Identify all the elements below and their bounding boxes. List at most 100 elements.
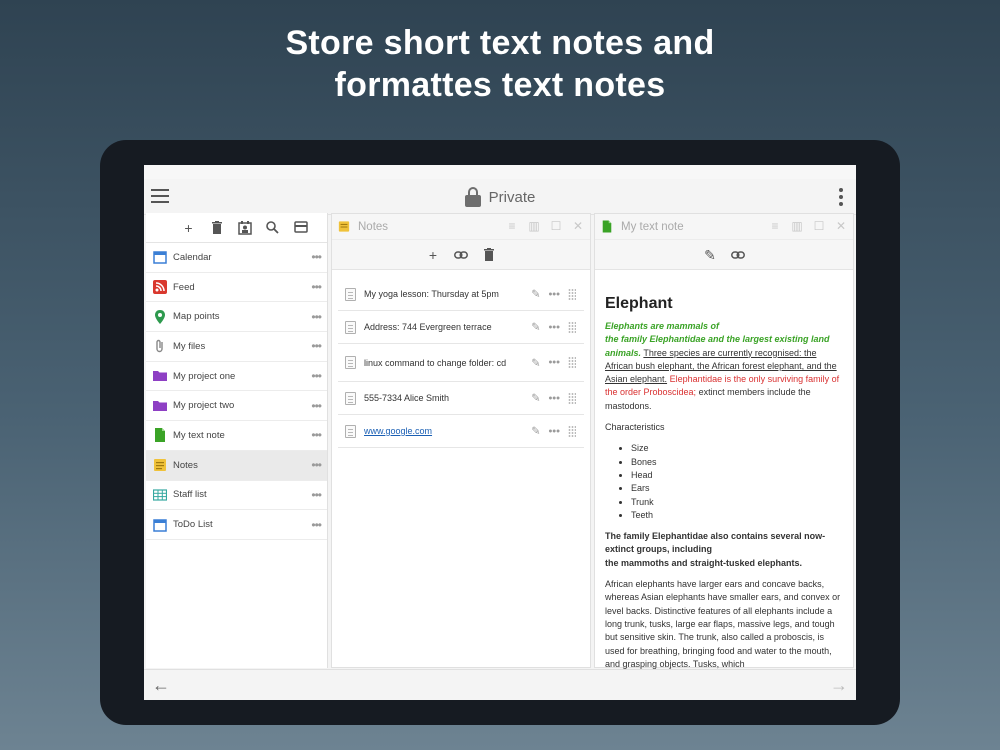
map-pin-icon <box>153 309 167 324</box>
sidebar-item-staff-list[interactable]: Staff list ••• <box>146 481 327 511</box>
text-note-icon <box>153 428 167 443</box>
sidebar-item-my-text-note[interactable]: My text note ••• <box>146 421 327 451</box>
headline-line-1: Store short text notes and <box>285 24 715 62</box>
sidebar-item-calendar[interactable]: Calendar ••• <box>146 243 327 273</box>
edit-icon[interactable]: ✎ <box>531 321 540 334</box>
maximize-icon[interactable]: ☐ <box>813 220 825 232</box>
contact-card-icon[interactable] <box>237 220 252 235</box>
drag-handle-icon[interactable] <box>568 288 576 300</box>
more-options-icon[interactable] <box>838 188 844 206</box>
sidebar-item-label: Feed <box>173 281 195 293</box>
back-arrow-icon[interactable]: ← <box>152 675 170 696</box>
note-text: Address: 744 Evergreen terrace <box>364 322 492 332</box>
more-icon[interactable]: ••• <box>548 425 560 437</box>
close-icon[interactable]: ✕ <box>572 220 584 232</box>
note-text: linux command to change folder: cd <box>364 357 507 368</box>
intro-paragraph: Elephants are mammals of the family Elep… <box>605 320 843 413</box>
rss-icon <box>153 280 167 295</box>
close-icon[interactable]: ✕ <box>835 220 847 232</box>
align-icon[interactable]: ≡ <box>506 220 518 232</box>
drag-handle-icon[interactable] <box>568 356 576 369</box>
note-link[interactable]: www.google.com <box>364 425 514 437</box>
note-text: My yoga lesson: Thursday at 5pm <box>364 289 499 299</box>
add-icon[interactable]: + <box>182 221 196 235</box>
edit-icon[interactable]: ✎ <box>531 392 540 405</box>
bold-text: The family Elephantidae also contains se… <box>605 531 826 555</box>
folder-icon <box>153 369 167 383</box>
trash-icon[interactable] <box>482 247 496 262</box>
add-icon[interactable]: + <box>426 248 440 262</box>
sidebar-item-label: My text note <box>173 429 225 441</box>
item-more-icon[interactable]: ••• <box>311 428 322 442</box>
list-item: Head <box>631 469 843 482</box>
app-screen: Private + Calendar ••• Feed ••• Map poin… <box>144 165 856 700</box>
notes-icon <box>338 220 352 234</box>
item-more-icon[interactable]: ••• <box>311 250 322 264</box>
forward-arrow-icon[interactable]: → <box>830 675 848 696</box>
more-icon[interactable]: ••• <box>548 288 560 300</box>
link-icon[interactable] <box>454 248 468 262</box>
item-more-icon[interactable]: ••• <box>311 369 322 383</box>
more-icon[interactable]: ••• <box>548 321 560 333</box>
item-more-icon[interactable]: ••• <box>311 488 322 502</box>
headline: Store short text notes and formattes tex… <box>0 22 1000 106</box>
sidebar-item-todo-list[interactable]: ToDo List ••• <box>146 510 327 540</box>
item-more-icon[interactable]: ••• <box>311 280 322 294</box>
drag-handle-icon[interactable] <box>568 392 576 404</box>
maximize-icon[interactable]: ☐ <box>550 220 562 232</box>
edit-icon[interactable]: ✎ <box>703 248 717 262</box>
drag-handle-icon[interactable] <box>568 321 576 333</box>
note-row[interactable]: My yoga lesson: Thursday at 5pm ✎ ••• <box>338 278 584 311</box>
menu-icon[interactable] <box>151 189 169 203</box>
text-note-toolbar: ✎ <box>595 240 853 270</box>
more-icon[interactable]: ••• <box>548 392 560 404</box>
columns-icon[interactable]: ▥ <box>528 220 540 232</box>
app-title: Private <box>488 188 536 206</box>
headline-line-2: formattes text notes <box>334 66 666 104</box>
bold-text: the mammoths and straight-tusked elephan… <box>605 557 803 568</box>
bottom-bar: ← → <box>144 669 856 700</box>
item-more-icon[interactable]: ••• <box>311 518 322 532</box>
sidebar-item-my-files[interactable]: My files ••• <box>146 332 327 362</box>
card-icon[interactable] <box>293 220 308 235</box>
columns-icon[interactable]: ▥ <box>791 220 803 232</box>
text-note-icon <box>601 220 615 234</box>
document-icon <box>345 424 356 438</box>
item-more-icon[interactable]: ••• <box>311 339 322 353</box>
characteristics-label: Characteristics <box>605 422 665 433</box>
drag-handle-icon[interactable] <box>568 425 576 437</box>
link-icon[interactable] <box>731 248 745 262</box>
notes-icon <box>153 458 167 472</box>
note-heading: Elephant <box>605 295 673 312</box>
item-more-icon[interactable]: ••• <box>311 399 322 413</box>
sidebar-item-my-project-two[interactable]: My project two ••• <box>146 391 327 422</box>
search-icon[interactable] <box>266 220 280 235</box>
edit-icon[interactable]: ✎ <box>531 288 540 301</box>
note-row[interactable]: www.google.com ✎ ••• <box>338 415 584 448</box>
edit-icon[interactable]: ✎ <box>531 425 540 438</box>
note-row[interactable]: 555-7334 Alice Smith ✎ ••• <box>338 382 584 415</box>
edit-icon[interactable]: ✎ <box>531 356 540 369</box>
document-icon <box>345 320 356 334</box>
sidebar-item-label: My project one <box>173 370 236 382</box>
sidebar-item-my-project-one[interactable]: My project one ••• <box>146 362 327 392</box>
item-more-icon[interactable]: ••• <box>311 310 322 324</box>
sidebar-item-label: ToDo List <box>173 519 213 531</box>
note-row[interactable]: Address: 744 Evergreen terrace ✎ ••• <box>338 311 584 344</box>
note-content: Elephant Elephants are mammals of the fa… <box>595 270 853 671</box>
sidebar-item-map-points[interactable]: Map points ••• <box>146 302 327 333</box>
align-icon[interactable]: ≡ <box>769 220 781 232</box>
note-row[interactable]: linux command to change folder: cd ✎ ••• <box>338 344 584 382</box>
more-icon[interactable]: ••• <box>548 357 560 369</box>
trash-icon[interactable] <box>210 220 224 235</box>
item-more-icon[interactable]: ••• <box>311 458 322 472</box>
list-item: Bones <box>631 456 843 469</box>
notes-panel-header: Notes ≡ ▥ ☐ ✕ <box>332 214 590 240</box>
document-icon <box>345 356 356 369</box>
sidebar-item-feed[interactable]: Feed ••• <box>146 273 327 303</box>
list-item: Trunk <box>631 496 843 509</box>
characteristics-list: Size Bones Head Ears Trunk Teeth <box>631 442 843 522</box>
sidebar-item-notes[interactable]: Notes ••• <box>146 450 327 481</box>
text-note-panel: My text note ≡ ▥ ☐ ✕ ✎ Elephant Elephant… <box>594 213 854 671</box>
sidebar-item-label: Notes <box>173 459 198 471</box>
